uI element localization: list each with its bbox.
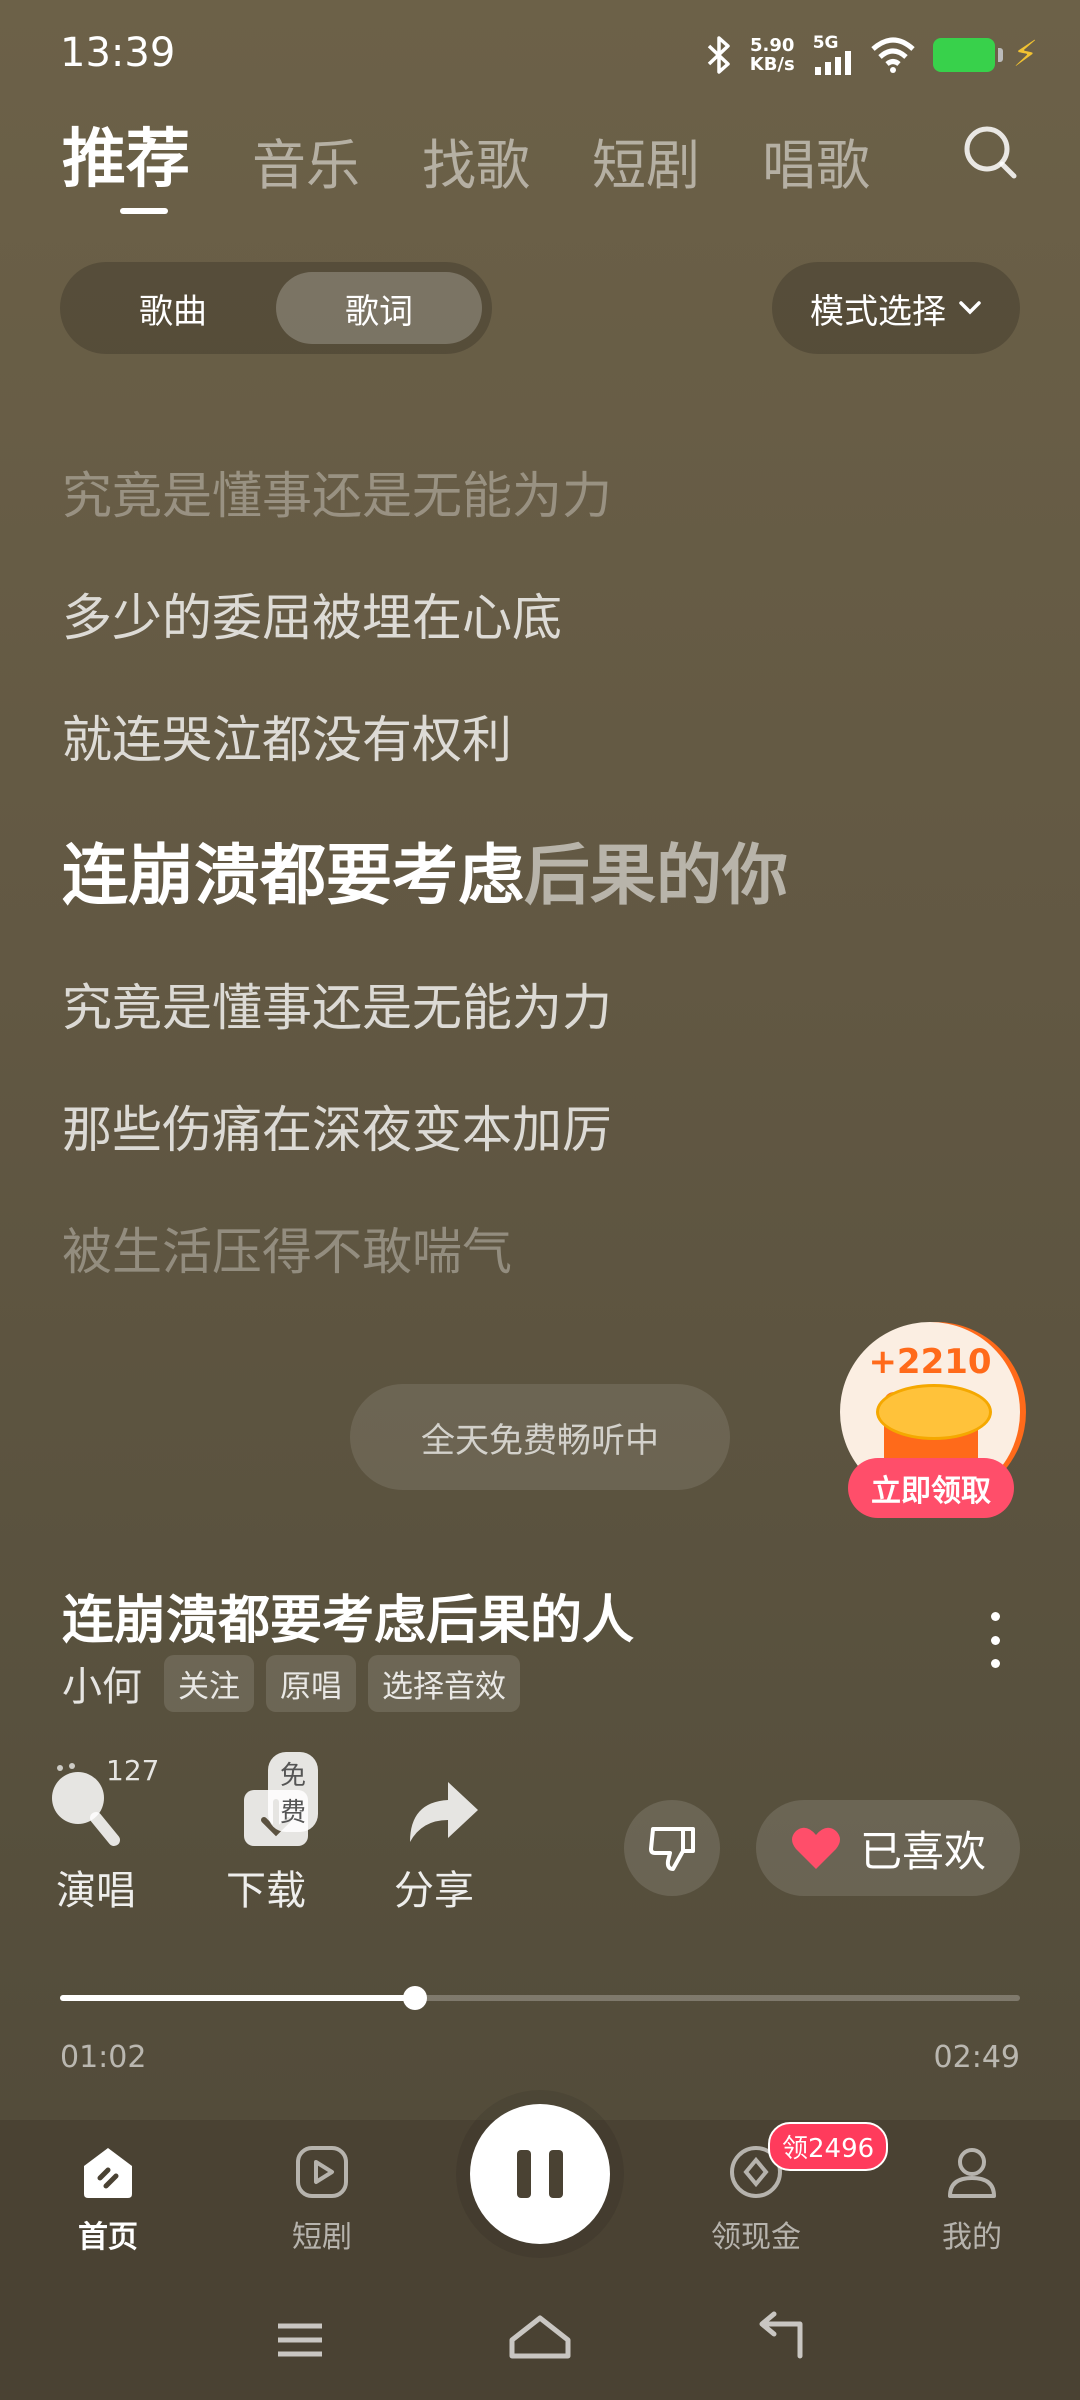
lyric-line: 究竟是懂事还是无能为力: [62, 979, 612, 1037]
song-title: 连崩溃都要考虑后果的人: [62, 1591, 635, 1651]
sound-effect-tag[interactable]: 选择音效: [368, 1654, 520, 1712]
home-icon: [78, 2142, 138, 2202]
lyric-line: 被生活压得不敢喘气: [62, 1223, 512, 1281]
current-time: 01:02: [60, 2040, 147, 2075]
lyric-sung-part: 连崩溃都要考虑: [62, 837, 524, 914]
progress-knob[interactable]: [403, 1986, 428, 2010]
lyric-line: 就连哭泣都没有权利: [62, 711, 512, 769]
mode-select-label: 模式选择: [810, 291, 946, 332]
tab-find-songs[interactable]: 找歌: [422, 121, 530, 200]
progress-fill: [60, 1995, 416, 2001]
chevron-down-icon: [959, 301, 981, 315]
reward-amount: +2210: [868, 1342, 992, 1382]
liked-label: 已喜欢: [859, 1826, 986, 1876]
free-listening-notice: 全天免费畅听中: [350, 1384, 730, 1490]
segment-lyrics[interactable]: 歌词: [276, 272, 482, 344]
cash-badge: 领2496: [768, 2122, 889, 2171]
nav-home[interactable]: 首页: [28, 2142, 188, 2256]
top-tabs: 推荐 音乐 找歌 短剧 唱歌: [62, 108, 870, 214]
pause-button[interactable]: [470, 2104, 610, 2244]
tab-short-drama[interactable]: 短剧: [592, 121, 700, 200]
sing-count: 127: [106, 1754, 160, 1787]
net-speed: 5.90 KB/s: [749, 34, 795, 75]
cash-coin-icon: 领2496: [726, 2122, 889, 2202]
system-nav-bar: [278, 2311, 803, 2359]
song-meta: 小何 关注 原唱 选择音效: [62, 1654, 520, 1712]
video-play-icon: [292, 2142, 352, 2202]
profile-icon: [942, 2142, 1002, 2202]
progress-bar[interactable]: [60, 1986, 1020, 2010]
follow-tag[interactable]: 关注: [164, 1654, 254, 1712]
lyric-line: 那些伤痛在深夜变本加厉: [62, 1101, 612, 1159]
menu-icon[interactable]: [278, 2323, 322, 2357]
mode-select-button[interactable]: 模式选择: [772, 262, 1020, 354]
lyric-current-line: 连崩溃都要考虑后果的你: [62, 822, 788, 918]
status-time: 13:39: [60, 30, 176, 76]
status-icons: 5.90 KB/s 5G ⚡: [706, 34, 1038, 75]
share-icon: [386, 1762, 482, 1852]
more-options-icon[interactable]: [980, 1612, 1010, 1668]
lyric-line: 究竟是懂事还是无能为力: [62, 467, 612, 525]
liked-button[interactable]: 已喜欢: [756, 1800, 1020, 1896]
wifi-icon: [871, 37, 915, 73]
sing-label: 演唱: [56, 1868, 136, 1914]
share-action[interactable]: 分享: [374, 1762, 494, 1916]
share-label: 分享: [394, 1868, 474, 1914]
artist-name[interactable]: 小何: [62, 1654, 142, 1712]
tab-music[interactable]: 音乐: [252, 121, 360, 200]
lyric-line: 多少的委屈被埋在心底: [62, 589, 562, 647]
sing-action[interactable]: 127 演唱: [36, 1754, 159, 1916]
bluetooth-icon: [707, 35, 730, 74]
dislike-button[interactable]: [624, 1800, 720, 1896]
nav-profile[interactable]: 我的: [892, 2142, 1052, 2256]
pause-icon: [517, 2150, 531, 2198]
home-nav-icon[interactable]: [509, 2315, 571, 2359]
signal-icon: 5G: [813, 34, 853, 75]
tab-recommend[interactable]: 推荐: [62, 108, 190, 214]
back-icon[interactable]: [759, 2311, 803, 2359]
heart-icon: [791, 1827, 840, 1869]
microphone-icon: 127: [48, 1754, 159, 1852]
thumbs-down-icon: [649, 1827, 695, 1871]
charging-icon: ⚡: [1012, 34, 1038, 75]
battery-icon: [932, 37, 1003, 72]
lyric-unsung-part: 后果的你: [524, 837, 788, 914]
segment-song[interactable]: 歌曲: [70, 272, 276, 344]
view-segment: 歌曲 歌词: [60, 262, 492, 354]
download-action[interactable]: 免费 下载: [206, 1752, 326, 1916]
free-badge: 免费: [268, 1752, 319, 1832]
tab-sing[interactable]: 唱歌: [762, 121, 870, 200]
nav-short-drama[interactable]: 短剧: [242, 2142, 402, 2256]
total-time: 02:49: [933, 2040, 1020, 2075]
claim-reward-button[interactable]: 立即领取: [848, 1458, 1014, 1518]
download-icon: 免费: [218, 1752, 319, 1852]
nav-cash[interactable]: 领2496 领现金: [676, 2122, 889, 2256]
search-icon[interactable]: [962, 124, 1018, 180]
original-tag[interactable]: 原唱: [266, 1654, 356, 1712]
reward-widget[interactable]: +2210 立即领取: [840, 1322, 1020, 1518]
download-label: 下载: [226, 1868, 306, 1914]
